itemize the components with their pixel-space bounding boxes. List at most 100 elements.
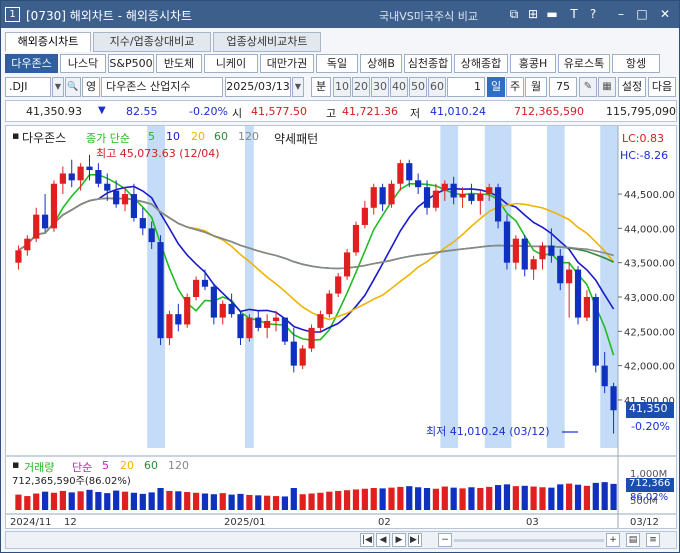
scroll-first-icon[interactable]: |◀ [360,533,374,547]
save-icon[interactable]: ▬ [544,6,560,22]
candle-body [290,341,297,366]
tab-overseas-chart[interactable]: 해외증시차트 [5,32,91,52]
zoom-track[interactable] [454,539,604,542]
high-label: 고 [326,107,337,120]
index-button-12[interactable]: 항셍 [612,54,660,73]
foreign-button[interactable]: 영 [82,77,100,97]
compare-link[interactable]: 국내VS미국주식 비교 [379,8,478,24]
candle-body [317,314,324,328]
volume-bar [539,487,546,510]
volume-bar [290,488,297,510]
week-button[interactable]: 주 [506,77,524,97]
scroll-last-icon[interactable]: ▶| [408,533,422,547]
candle-body [406,163,413,181]
volume-bar [548,487,555,510]
ma-20: 20 [191,130,205,143]
volume-bar [423,488,431,510]
volume-bar [139,493,146,510]
x-tick-label: 03 [526,517,539,528]
zoom-in-icon[interactable]: + [606,533,620,547]
candle-body [566,269,573,284]
index-button-4[interactable]: 니케이 [204,54,258,73]
quote-bar: 41,350.93 ▼ 82.55 -0.20% 시 41,577.50 고 4… [5,100,677,122]
index-button-10[interactable]: 홍콩H [510,54,556,73]
index-button-1[interactable]: 나스닥 [60,54,106,73]
min-20[interactable]: 20 [352,77,370,97]
volume-ma-20: 20 [120,459,134,472]
tile-icon[interactable]: ⊞ [525,6,541,22]
candle-body [166,314,173,339]
index-button-8[interactable]: 심천종합 [404,54,452,73]
month-button[interactable]: 월 [525,77,547,97]
index-button-9[interactable]: 상해종합 [454,54,508,73]
scroll-prev-icon[interactable]: ◀ [376,533,390,547]
symbol-dropdown-icon[interactable]: ▼ [52,77,64,97]
ma-120: 120 [238,130,259,143]
candle-body [343,252,351,277]
volume-bar [246,494,253,510]
period-num[interactable]: 1 [447,77,485,97]
candle-body [548,245,555,256]
symbol-field[interactable]: .DJI [5,77,51,97]
volume-bar [335,490,342,510]
close-icon[interactable]: ✕ [657,6,673,22]
candle-body [95,170,102,184]
index-button-11[interactable]: 유로스톡 [558,54,610,73]
settings-button[interactable]: 설정 [618,77,646,97]
min-note: 최저 41,010.24 (03/12) [426,425,550,438]
search-icon[interactable]: 🔍 [65,77,81,97]
help-icon[interactable]: ? [585,6,601,22]
zoom-out-icon[interactable]: − [438,533,452,547]
index-button-6[interactable]: 독일 [316,54,358,73]
grid-icon[interactable]: ▦ [598,77,616,97]
min-10[interactable]: 10 [333,77,351,97]
min-60[interactable]: 60 [428,77,446,97]
next-button[interactable]: 다음 [648,77,676,97]
candle-body [583,297,591,318]
volume-bar [255,495,262,510]
scroll-next-icon[interactable]: ▶ [392,533,406,547]
calendar-dropdown-icon[interactable]: ▼ [292,77,304,97]
chart-panel[interactable]: 44,500.00 44,000.00 43,500.00 43,000.00 42,5… [5,125,677,529]
volume-bar [130,492,138,510]
chart-option-icon[interactable]: ▤ [626,533,640,547]
candle-body [68,173,75,181]
day-button[interactable]: 일 [487,77,505,97]
candle-body [370,187,377,208]
index-button-7[interactable]: 상해B [360,54,402,73]
minimize-icon[interactable]: – [613,6,629,22]
font-icon[interactable]: T [566,6,582,22]
min-50[interactable]: 50 [409,77,427,97]
low-value: 41,010.24 [430,105,486,118]
candle-body [77,166,84,181]
candle-body [33,214,40,239]
min-30[interactable]: 30 [371,77,389,97]
candle-body [557,255,564,284]
link-icon[interactable]: ⧉ [506,6,522,22]
volume-bar [415,487,422,510]
volume-bar [121,491,129,510]
ma-10: 10 [166,130,180,143]
candle-body [423,187,431,208]
maximize-icon[interactable]: □ [634,6,650,22]
candle-body [388,183,395,205]
index-button-5[interactable]: 대만가권 [260,54,314,73]
chart-scroll-bar[interactable]: |◀ ◀ ▶ ▶| − + ▤ ≡ [5,531,677,549]
count-field[interactable]: 75 [549,77,577,97]
index-button-3[interactable]: 반도체 [156,54,202,73]
min-40[interactable]: 40 [390,77,408,97]
index-button-2[interactable]: S&P500 [108,54,154,73]
index-button-0[interactable]: 다우존스 [5,54,58,73]
volume-bar [192,492,200,510]
window-title: [0730] 해외차트 - 해외증시차트 [26,9,193,23]
volume-bar [592,482,599,510]
tab-index-compare[interactable]: 지수/업종상대비교 [93,32,211,52]
chart-option2-icon[interactable]: ≡ [646,533,660,547]
date-field[interactable]: 2025/03/13 [225,77,291,97]
volume-bar [175,491,182,510]
volume-bar [530,486,537,510]
tab-sector-compare[interactable]: 업종상세비교차트 [213,32,321,52]
tools-icon[interactable]: ✎ [579,77,597,97]
candle-body [494,187,502,222]
minute-button[interactable]: 분 [311,77,331,97]
